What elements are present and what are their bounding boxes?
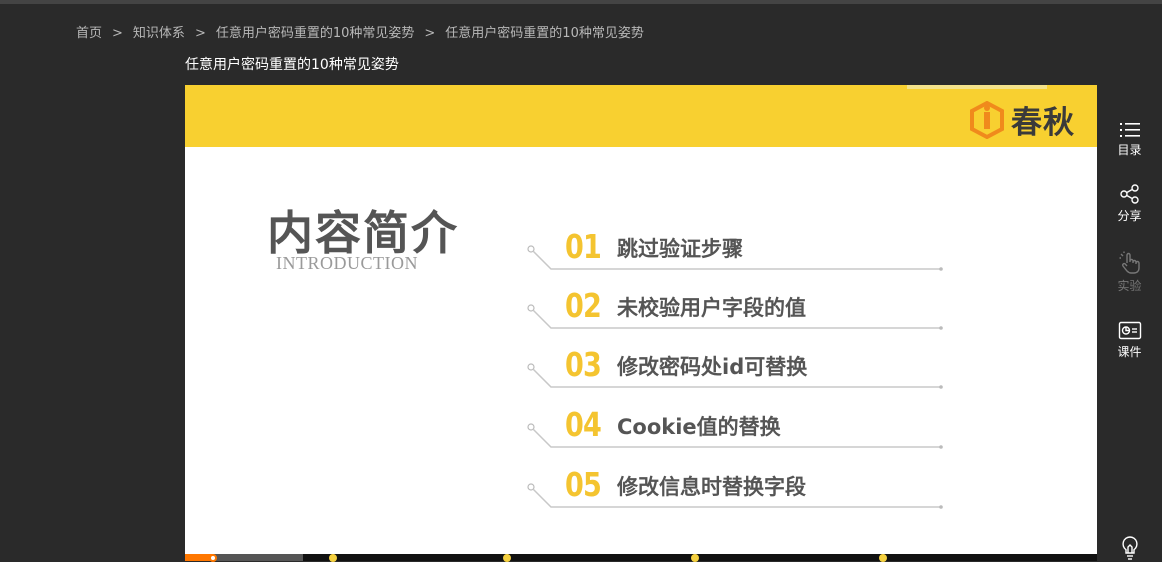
item-label: 跳过验证步骤 bbox=[617, 237, 743, 261]
sidebar-item-label: 课件 bbox=[1117, 345, 1142, 359]
hand-pointer-icon bbox=[1119, 251, 1140, 274]
toc-item: 04 Cookie值的替换 bbox=[527, 405, 947, 449]
sidebar-item-courseware[interactable]: 课件 bbox=[1097, 321, 1162, 360]
video-progress-bar[interactable] bbox=[185, 554, 1097, 562]
item-number: 04 bbox=[565, 405, 602, 444]
sidebar-item-catalog[interactable]: 目录 bbox=[1097, 121, 1162, 158]
logo: 春秋 bbox=[969, 97, 1075, 142]
header-notch bbox=[907, 85, 1047, 89]
sidebar-item-lab[interactable]: 实验 bbox=[1097, 251, 1162, 294]
right-sidebar: 目录 分享 实验 课件 bbox=[1097, 85, 1162, 561]
ichunqiu-logo-icon bbox=[970, 100, 1004, 139]
progress-buffered bbox=[213, 554, 303, 561]
breadcrumb-separator: > bbox=[112, 26, 123, 41]
item-label: Cookie值的替换 bbox=[617, 415, 781, 439]
sidebar-item-share[interactable]: 分享 bbox=[1097, 183, 1162, 224]
sidebar-item-hint[interactable] bbox=[1097, 535, 1162, 561]
slide-header-bar: 春秋 bbox=[185, 85, 1097, 147]
lightbulb-icon bbox=[1121, 536, 1138, 560]
sidebar-item-label: 目录 bbox=[1117, 143, 1142, 157]
toc-item: 02 未校验用户字段的值 bbox=[527, 286, 947, 330]
item-number: 02 bbox=[565, 286, 602, 325]
list-icon bbox=[1119, 123, 1140, 137]
breadcrumb-current: 任意用户密码重置的10种常见姿势 bbox=[445, 26, 644, 41]
breadcrumb-separator: > bbox=[424, 26, 436, 41]
share-icon bbox=[1119, 184, 1139, 204]
item-label: 修改信息时替换字段 bbox=[617, 475, 806, 499]
logo-text: 春秋 bbox=[1011, 105, 1075, 141]
item-label: 修改密码处id可替换 bbox=[617, 355, 808, 379]
breadcrumb-separator: > bbox=[194, 26, 206, 41]
toc-item: 01 跳过验证步骤 bbox=[527, 227, 947, 271]
breadcrumb-home[interactable]: 首页 bbox=[76, 26, 102, 41]
item-number: 03 bbox=[565, 345, 602, 384]
breadcrumb-course[interactable]: 任意用户密码重置的10种常见姿势 bbox=[216, 26, 415, 41]
intro-subheading: INTRODUCTION bbox=[276, 253, 418, 273]
item-label: 未校验用户字段的值 bbox=[617, 296, 806, 320]
top-strip bbox=[0, 0, 1162, 4]
video-slide[interactable]: 春秋 内容简介 INTRODUCTION 01 跳过验证步骤 02 未校验用户字… bbox=[185, 85, 1097, 554]
page-title: 任意用户密码重置的10种常见姿势 bbox=[185, 57, 399, 73]
toc-item: 03 修改密码处id可替换 bbox=[527, 345, 947, 389]
item-number: 01 bbox=[565, 227, 602, 266]
toc-item: 05 修改信息时替换字段 bbox=[527, 465, 947, 509]
breadcrumb: 首页 > 知识体系 > 任意用户密码重置的10种常见姿势 > 任意用户密码重置的10种常见姿… bbox=[76, 22, 644, 41]
courseware-icon bbox=[1118, 321, 1141, 340]
breadcrumb-knowledge[interactable]: 知识体系 bbox=[133, 26, 185, 41]
sidebar-item-label: 分享 bbox=[1117, 209, 1142, 223]
item-number: 05 bbox=[565, 465, 602, 504]
sidebar-item-label: 实验 bbox=[1117, 279, 1142, 293]
